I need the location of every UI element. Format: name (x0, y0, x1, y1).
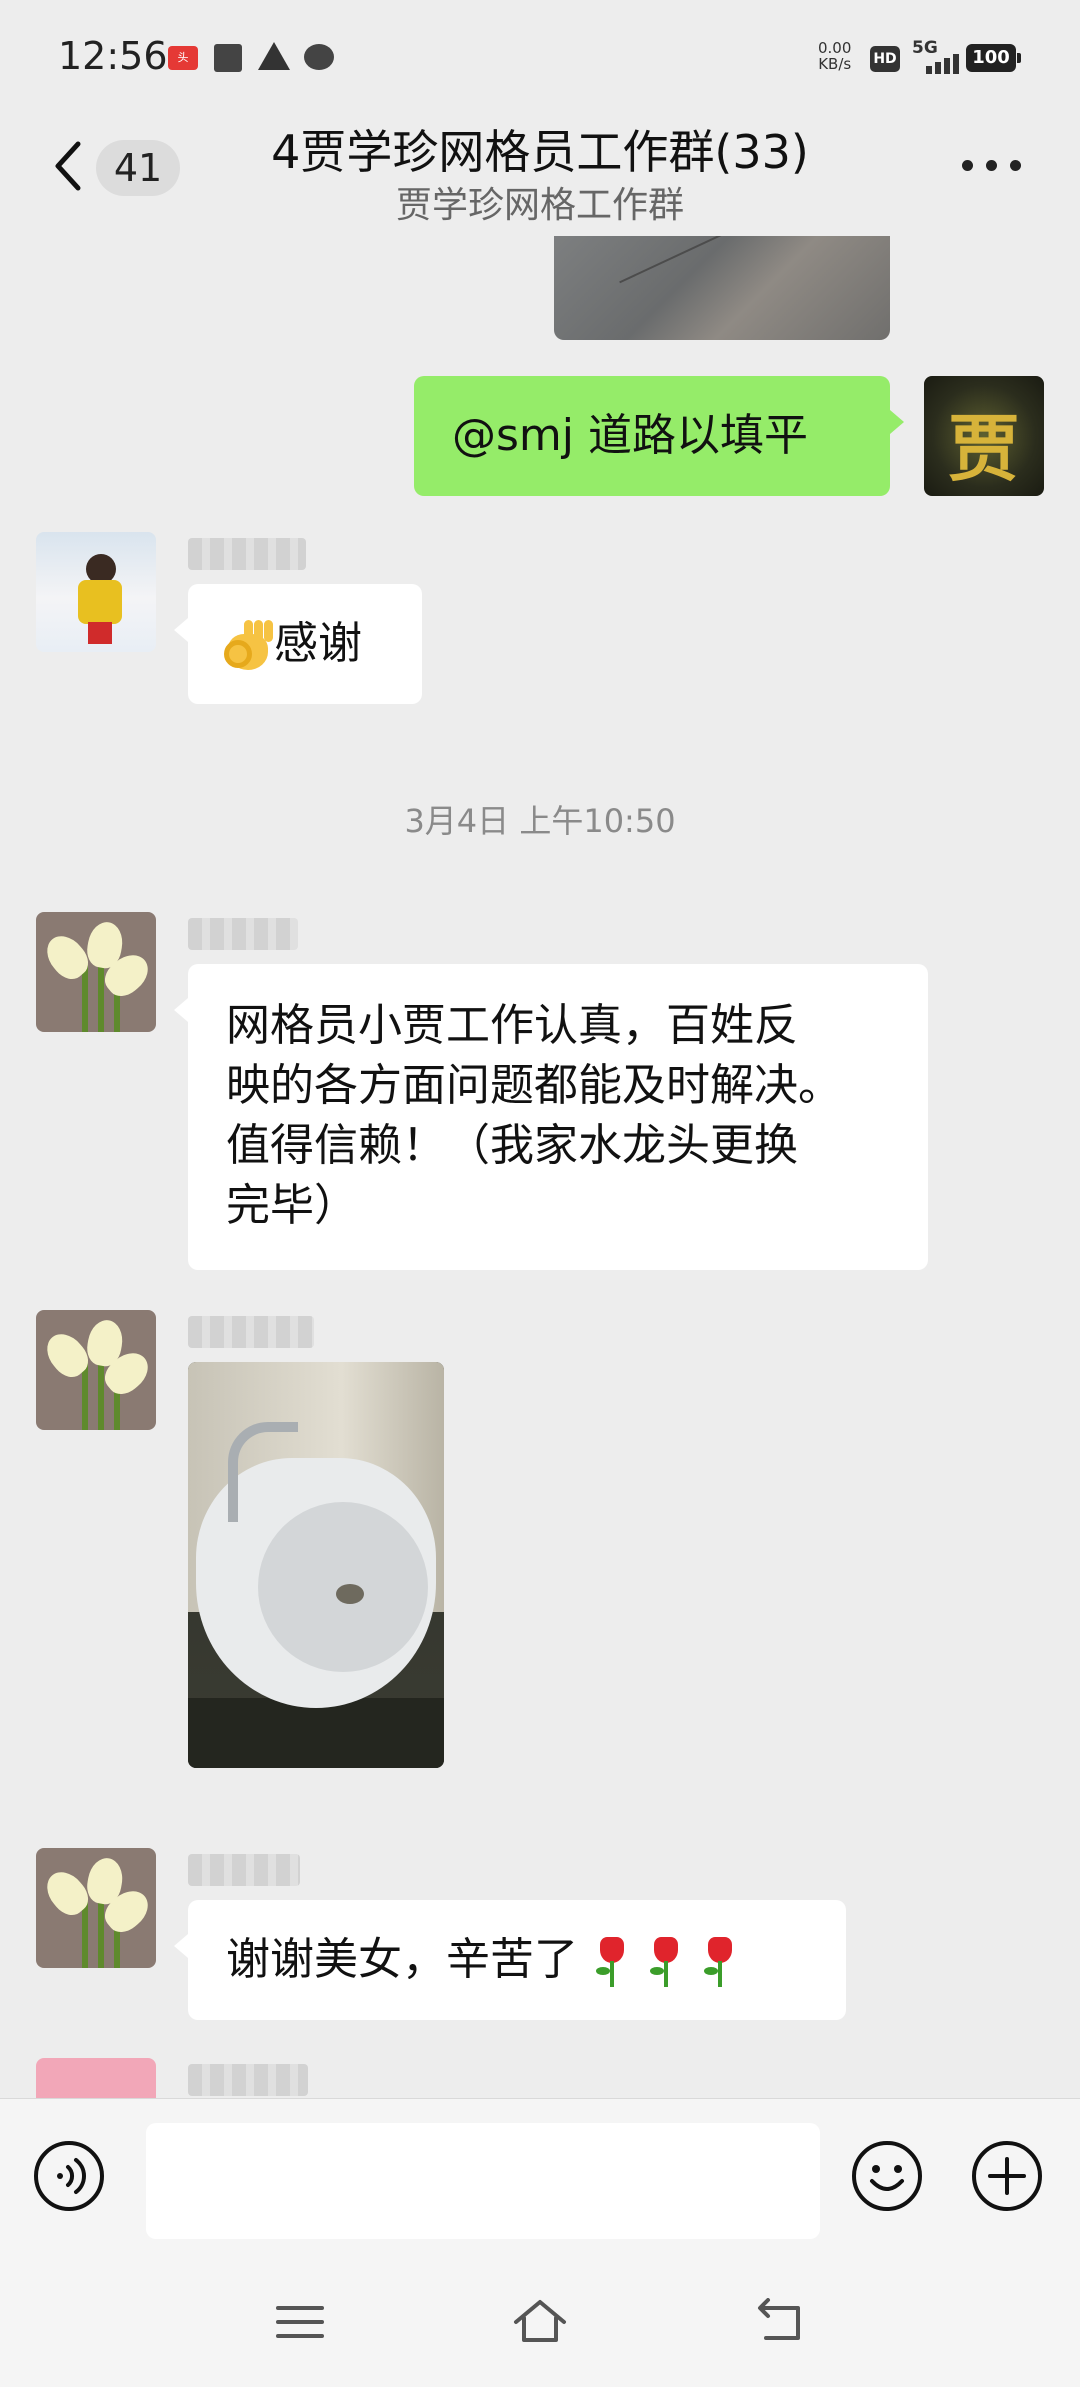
battery-icon: 100 (966, 44, 1021, 72)
status-bar: 12:56 头 0.00 KB/s HD 5G 100 (0, 0, 1080, 112)
sender-name-blurred (188, 2064, 308, 2096)
message-timestamp: 3月4日 上午10:50 (404, 802, 676, 840)
chat-message-list[interactable]: 贾 @smj 道路以填平 感谢 3月4日 上午10:50 网格员小贾工作认真，百… (0, 236, 1080, 2098)
home-icon (514, 2300, 566, 2342)
chat-header: 41 4贾学珍网格员工作群(33) 贾学珍网格工作群 (0, 112, 1080, 236)
status-time: 12:56 (58, 34, 168, 78)
back-arrow-icon (758, 2298, 800, 2340)
message-text: 感谢 (274, 618, 362, 669)
plus-icon (972, 2141, 1042, 2211)
message-bubble[interactable]: 谢谢美女，辛苦了 (174, 1900, 846, 2020)
app-square-icon (214, 44, 242, 72)
hd-icon: HD (870, 46, 900, 72)
self-avatar[interactable]: 贾 (924, 376, 1044, 496)
message-bubble[interactable]: 网格员小贾工作认真，百姓反 映的各方面问题都能及时解决。 值得信赖！（我家水龙头… (174, 964, 928, 1270)
menu-icon (276, 2306, 324, 2338)
message-bubble-icon (304, 44, 334, 70)
speed-unit: KB/s (818, 55, 852, 73)
system-navigation-bar (0, 2260, 1080, 2387)
group-title: 4贾学珍网格员工作群(33) (271, 125, 809, 179)
voice-input-button[interactable] (32, 2139, 106, 2213)
ok-hand-emoji-icon (222, 620, 274, 672)
warning-icon (258, 42, 290, 70)
speed-value: 0.00 (818, 39, 852, 57)
app-notification-icon: 头 (168, 46, 198, 70)
more-options-button[interactable] (962, 160, 1022, 174)
menu-nav-button[interactable] (272, 2298, 328, 2346)
signal-icon: 5G (912, 38, 962, 74)
sender-name-blurred (188, 918, 298, 950)
sender-name-blurred (188, 1854, 300, 1886)
sender-name-blurred (188, 1316, 314, 1348)
message-bubble[interactable]: 感谢 (174, 584, 422, 704)
avatar-glyph: 贾 (947, 406, 1020, 491)
back-nav-button[interactable] (752, 2298, 808, 2346)
message-text-line: 映的各方面问题都能及时解决。 (226, 1060, 842, 1111)
sender-avatar[interactable] (36, 912, 156, 1032)
message-text-line: 网格员小贾工作认真，百姓反 (226, 1000, 798, 1051)
home-nav-button[interactable] (512, 2298, 568, 2346)
sender-avatar[interactable] (36, 1310, 156, 1430)
sender-avatar[interactable] (36, 2058, 156, 2098)
sender-name-blurred (188, 538, 306, 570)
tulip-emoji-icon (700, 1933, 740, 1991)
message-text-input[interactable] (146, 2123, 820, 2239)
sender-avatar[interactable] (36, 1848, 156, 1968)
message-text: 谢谢美女，辛苦了 (226, 1934, 578, 1985)
image-message-cropped[interactable] (554, 236, 890, 340)
network-type: 5G (912, 38, 938, 58)
message-bubble-self[interactable]: @smj 道路以填平 (414, 376, 904, 496)
sender-avatar[interactable] (36, 532, 156, 652)
network-speed: 0.00 KB/s (818, 40, 851, 72)
voice-icon (34, 2141, 104, 2211)
more-actions-button[interactable] (970, 2139, 1044, 2213)
message-text-line: 完毕） (226, 1180, 358, 1231)
smiley-icon (852, 2141, 922, 2211)
emoji-button[interactable] (850, 2139, 924, 2213)
message-text: @smj 道路以填平 (452, 410, 808, 461)
tulip-emoji-icon (592, 1933, 632, 1991)
message-text-line: 值得信赖！（我家水龙头更换 (226, 1120, 798, 1171)
group-subtitle: 贾学珍网格工作群 (395, 185, 684, 226)
sink-photo-message[interactable] (188, 1362, 444, 1768)
message-input-bar (0, 2098, 1080, 2261)
tulip-emoji-icon (646, 1933, 686, 1991)
